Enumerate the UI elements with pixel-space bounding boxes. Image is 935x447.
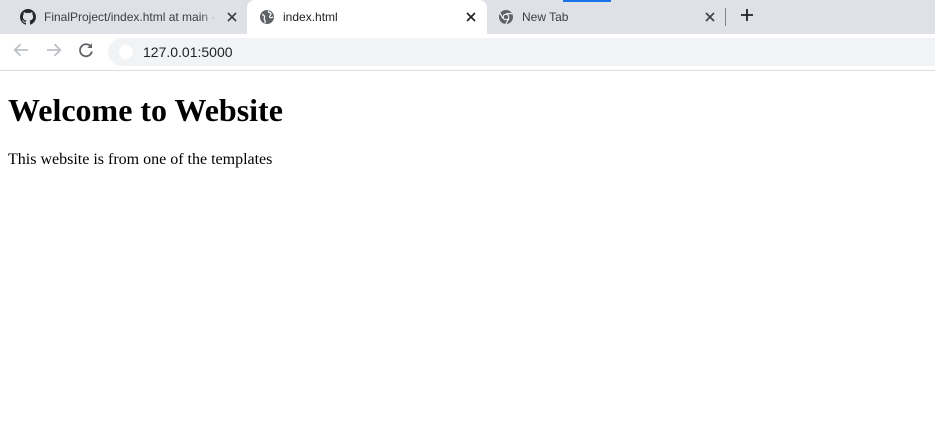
- close-icon[interactable]: [702, 9, 718, 25]
- arrow-left-icon: [12, 41, 30, 64]
- browser-toolbar: 127.0.01:5000: [0, 34, 935, 71]
- site-info-icon[interactable]: [119, 45, 133, 59]
- tab-github[interactable]: FinalProject/index.html at main ·: [8, 0, 246, 34]
- tab-index[interactable]: index.html: [247, 0, 487, 34]
- page-paragraph: This website is from one of the template…: [8, 151, 273, 168]
- close-icon[interactable]: [463, 9, 479, 25]
- address-url[interactable]: 127.0.01:5000: [143, 44, 233, 60]
- forward-button[interactable]: [44, 42, 64, 62]
- tab-title: New Tab: [522, 10, 569, 24]
- tab-new-tab[interactable]: New Tab: [487, 0, 725, 34]
- page-content: Welcome to Website This website is from …: [0, 71, 935, 447]
- globe-icon: [259, 9, 275, 25]
- tab-title-fade: [200, 9, 218, 25]
- tab-strip: FinalProject/index.html at main · index.…: [0, 0, 935, 34]
- tab-title: index.html: [283, 10, 338, 24]
- arrow-right-icon: [45, 41, 63, 64]
- github-icon: [20, 9, 36, 25]
- reload-icon: [77, 41, 95, 64]
- new-tab-button[interactable]: [738, 8, 756, 26]
- tab-title: FinalProject/index.html at main ·: [44, 10, 214, 24]
- chrome-icon: [498, 9, 514, 25]
- close-icon[interactable]: [224, 9, 240, 25]
- reload-button[interactable]: [76, 42, 96, 62]
- back-button[interactable]: [11, 42, 31, 62]
- page-heading: Welcome to Website: [8, 92, 283, 128]
- plus-icon: [740, 8, 754, 27]
- address-bar[interactable]: 127.0.01:5000: [108, 38, 935, 66]
- tab-separator: [725, 8, 726, 26]
